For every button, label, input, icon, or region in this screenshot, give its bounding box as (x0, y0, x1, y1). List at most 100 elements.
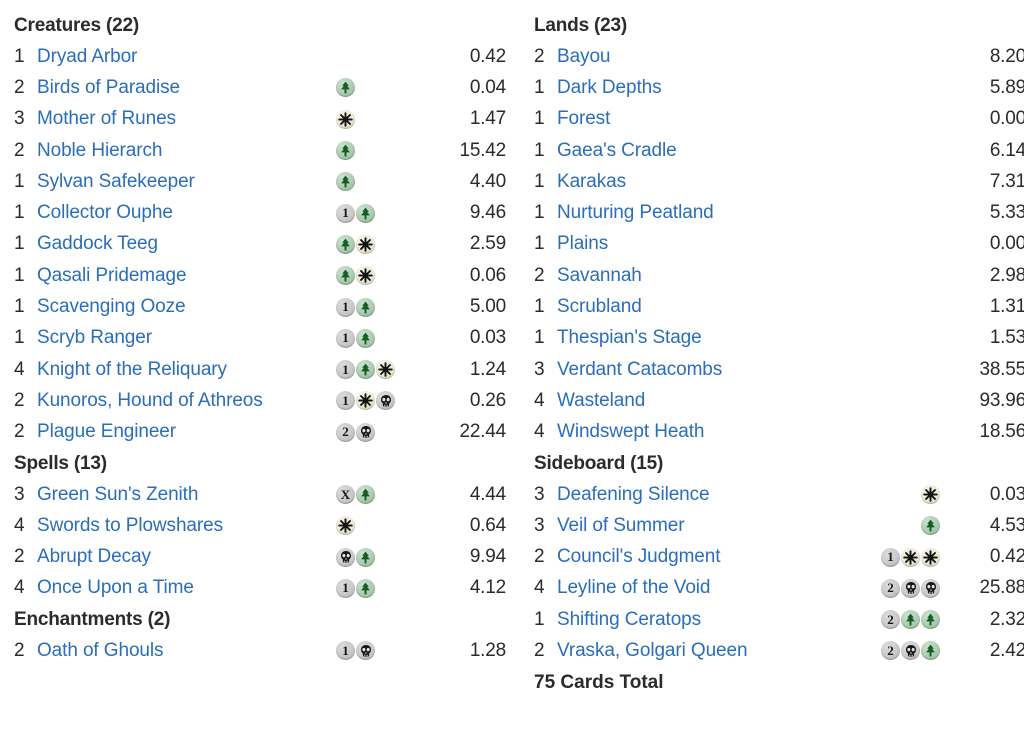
card-name-link[interactable]: Gaea's Cradle (557, 140, 677, 162)
card-name-link[interactable]: Plains (557, 233, 608, 255)
card-row: 3 Mother of Runes 1.47 (14, 104, 506, 135)
card-name-link[interactable]: Leyline of the Void (557, 577, 710, 599)
card-price: 5.33 (989, 202, 1024, 224)
card-quantity: 4 (534, 389, 545, 411)
mana-cost: 1 (336, 360, 422, 380)
mana-cost (336, 547, 422, 567)
card-name-link[interactable]: Mother of Runes (37, 108, 176, 130)
card-quantity: 1 (14, 296, 25, 318)
card-quantity: 2 (14, 76, 25, 98)
card-name-link[interactable]: Qasali Pridemage (37, 265, 187, 287)
card-name-link[interactable]: Noble Hierarch (37, 140, 162, 162)
card-name-link[interactable]: Knight of the Reliquary (37, 359, 227, 381)
card-name-link[interactable]: Swords to Plowshares (37, 515, 223, 537)
mana-cost (336, 234, 422, 254)
card-row: 4 Knight of the Reliquary 1 1.24 (14, 354, 506, 385)
card-quantity: 1 (534, 170, 545, 192)
card-quantity: 3 (14, 108, 25, 130)
card-quantity: 1 (14, 202, 25, 224)
card-name-link[interactable]: Wasteland (557, 390, 645, 412)
card-row: 1 Gaddock Teeg 2.59 (14, 229, 506, 260)
card-row: 2 Abrupt Decay 9.94 (14, 541, 506, 572)
forest-tree-mana-icon (336, 234, 355, 254)
card-name-link[interactable]: Kunoros, Hound of Athreos (37, 390, 263, 412)
card-name-link[interactable]: Verdant Catacombs (557, 359, 722, 381)
card-name-link[interactable]: Bayou (557, 46, 610, 68)
card-quantity: 1 (534, 296, 545, 318)
card-name-link[interactable]: Windswept Heath (557, 421, 705, 443)
card-name-link[interactable]: Forest (557, 108, 610, 130)
generic-mana-icon: 1 (336, 328, 355, 348)
card-name-link[interactable]: Scavenging Ooze (37, 296, 186, 318)
forest-tree-mana-icon (356, 203, 375, 223)
section-header: Lands (23) (534, 15, 628, 36)
card-row: 2 Council's Judgment 1 0.42 (534, 541, 1024, 572)
card-price: 1.53 (989, 327, 1024, 349)
card-row: 1 Dark Depths 5.89 (534, 72, 1024, 103)
card-quantity: 2 (534, 264, 545, 286)
card-name-link[interactable]: Once Upon a Time (37, 577, 194, 599)
card-price: 1.31 (989, 296, 1024, 318)
card-price: 93.96 (979, 389, 1024, 411)
forest-tree-mana-icon (336, 78, 355, 98)
card-name-link[interactable]: Karakas (557, 171, 626, 193)
card-quantity: 1 (14, 45, 25, 67)
generic-mana-icon: 1 (336, 297, 355, 317)
card-name-link[interactable]: Council's Judgment (557, 546, 721, 568)
card-name-link[interactable]: Abrupt Decay (37, 546, 151, 568)
card-quantity: 1 (14, 264, 25, 286)
cards-total-label: 75 Cards Total (534, 671, 664, 693)
card-name-link[interactable]: Oath of Ghouls (37, 640, 164, 662)
card-price: 1.47 (469, 108, 506, 130)
card-name-link[interactable]: Collector Ouphe (37, 202, 173, 224)
mana-cost: X (336, 485, 422, 504)
card-name-link[interactable]: Scrubland (557, 296, 642, 318)
generic-mana-icon: 1 (336, 391, 355, 411)
mana-cost: 2 (854, 610, 940, 630)
card-quantity: 2 (14, 639, 25, 661)
card-name-link[interactable]: Gaddock Teeg (37, 233, 158, 255)
card-name-link[interactable]: Savannah (557, 265, 642, 287)
card-row: 4 Wasteland 93.96 (534, 385, 1024, 416)
card-row: 2 Vraska, Golgari Queen 2 2.42 (534, 635, 1024, 666)
card-name-link[interactable]: Thespian's Stage (557, 327, 702, 349)
card-quantity: 1 (534, 76, 545, 98)
card-quantity: 4 (14, 577, 25, 599)
forest-tree-mana-icon (356, 328, 375, 348)
card-quantity: 1 (14, 233, 25, 255)
card-name-link[interactable]: Plague Engineer (37, 421, 176, 443)
card-row: 1 Plains 0.00 (534, 229, 1024, 260)
generic-mana-icon: 1 (881, 547, 900, 567)
forest-tree-mana-icon (921, 641, 940, 661)
mana-cost (336, 172, 422, 192)
swamp-skull-mana-icon (376, 391, 395, 411)
card-price: 0.00 (989, 233, 1024, 255)
card-name-link[interactable]: Dark Depths (557, 77, 662, 99)
card-price: 4.53 (989, 514, 1024, 536)
card-row: 1 Scrubland 1.31 (534, 291, 1024, 322)
card-row: 1 Sylvan Safekeeper 4.40 (14, 166, 506, 197)
card-name-link[interactable]: Vraska, Golgari Queen (557, 640, 748, 662)
card-quantity: 2 (534, 546, 545, 568)
card-name-link[interactable]: Shifting Ceratops (557, 609, 701, 631)
swamp-skull-mana-icon (356, 641, 375, 661)
card-price: 6.14 (989, 139, 1024, 161)
card-name-link[interactable]: Veil of Summer (557, 515, 685, 537)
mana-cost (336, 141, 422, 161)
plains-sun-mana-icon (336, 109, 355, 129)
card-name-link[interactable]: Green Sun's Zenith (37, 484, 198, 506)
card-price: 25.88 (979, 577, 1024, 599)
forest-tree-mana-icon (356, 578, 375, 598)
forest-tree-mana-icon (901, 610, 920, 630)
card-name-link[interactable]: Deafening Silence (557, 484, 710, 506)
card-name-link[interactable]: Dryad Arbor (37, 46, 137, 68)
card-name-link[interactable]: Sylvan Safekeeper (37, 171, 195, 193)
generic-mana-icon: 2 (336, 422, 355, 442)
card-name-link[interactable]: Nurturing Peatland (557, 202, 714, 224)
card-price: 15.42 (459, 139, 506, 161)
card-name-link[interactable]: Birds of Paradise (37, 77, 180, 99)
card-price: 9.46 (469, 202, 506, 224)
card-row: 3 Verdant Catacombs 38.55 (534, 354, 1024, 385)
card-name-link[interactable]: Scryb Ranger (37, 327, 152, 349)
card-quantity: 1 (534, 108, 545, 130)
